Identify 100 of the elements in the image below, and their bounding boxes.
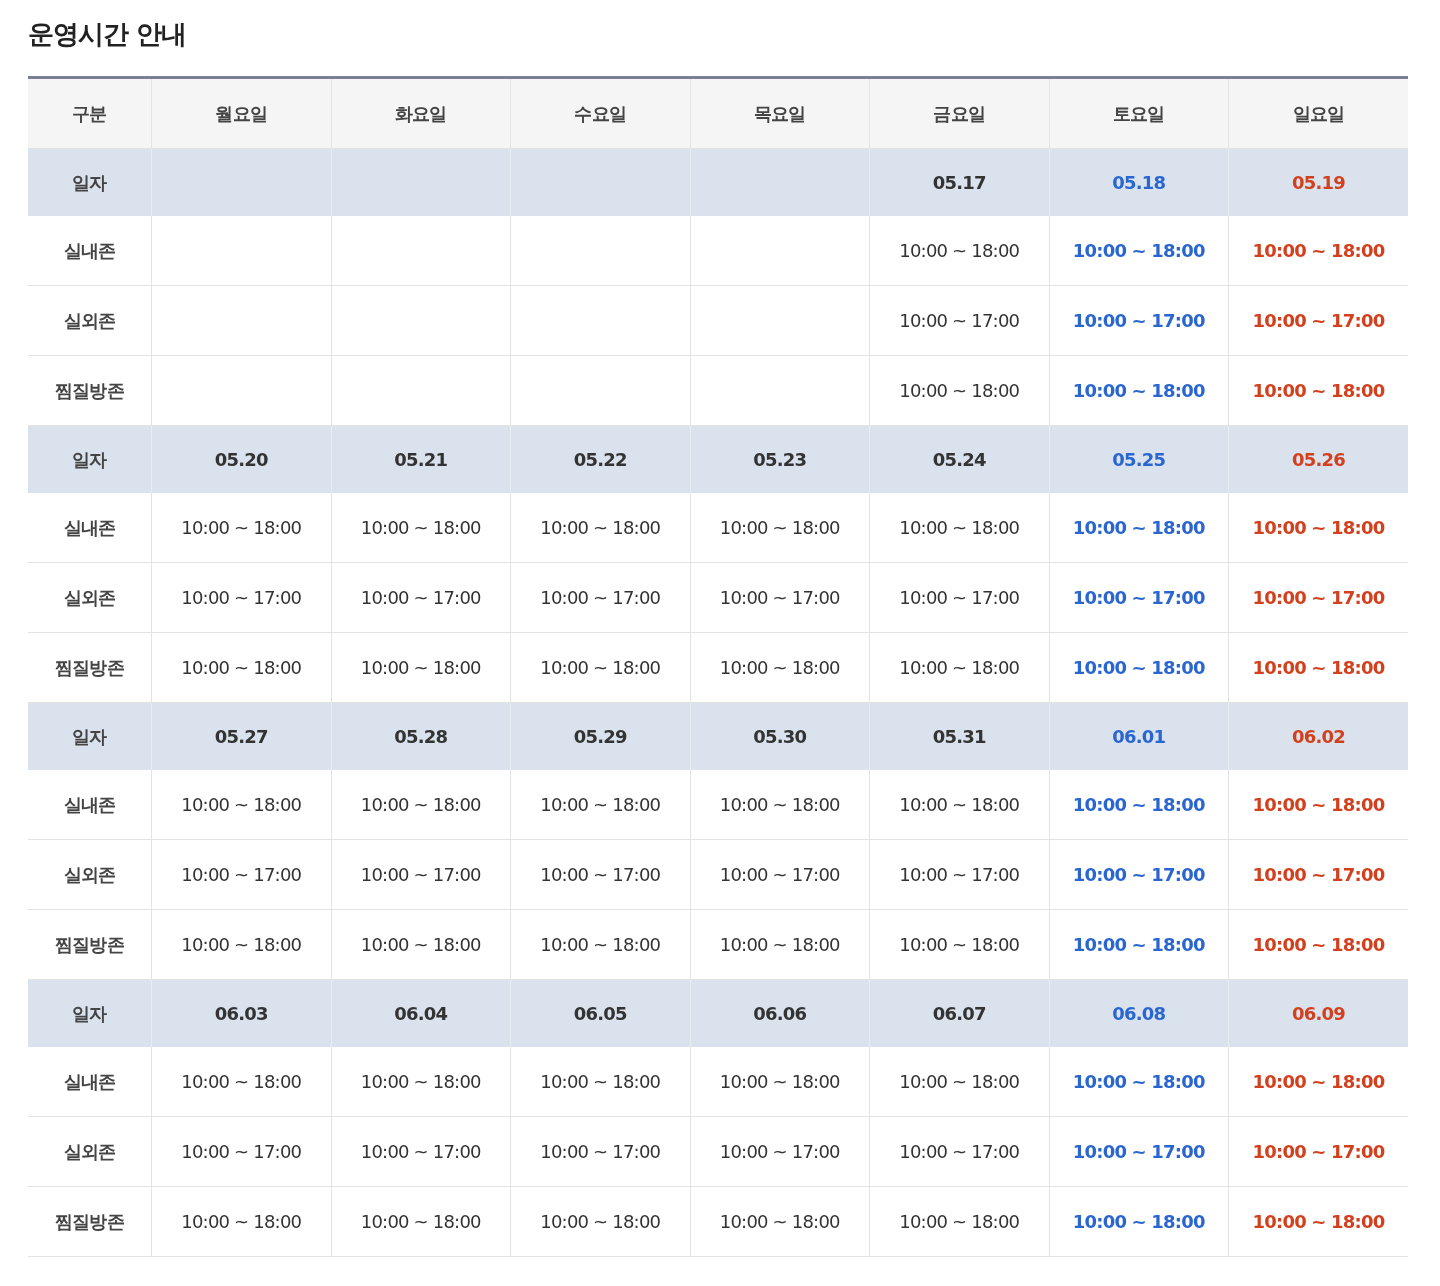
hours-cell: 10:00 ~ 18:00 (1228, 1186, 1408, 1257)
hours-cell: 10:00 ~ 18:00 (1228, 216, 1408, 286)
date-cell: 06.04 (331, 979, 511, 1047)
row-header: 실내존 (28, 216, 152, 286)
hours-cell: 10:00 ~ 17:00 (1049, 1116, 1229, 1187)
date-cell: 05.19 (1228, 148, 1408, 216)
date-cell: 06.01 (1049, 702, 1229, 770)
hours-cell: 10:00 ~ 18:00 (151, 770, 331, 840)
hours-cell: 10:00 ~ 17:00 (1049, 839, 1229, 910)
row-header: 일자 (28, 148, 152, 216)
date-cell: 06.02 (1228, 702, 1408, 770)
hours-cell: 10:00 ~ 18:00 (869, 355, 1049, 426)
hours-cell: 10:00 ~ 18:00 (510, 909, 690, 980)
date-cell: 06.06 (690, 979, 870, 1047)
row-header: 실내존 (28, 493, 152, 563)
hours-cell: 10:00 ~ 18:00 (331, 770, 511, 840)
row-header: 일자 (28, 425, 152, 493)
hours-cell: 10:00 ~ 18:00 (869, 909, 1049, 980)
hours-cell: 10:00 ~ 17:00 (869, 1116, 1049, 1187)
hours-cell: 10:00 ~ 18:00 (1228, 493, 1408, 563)
date-cell: 05.23 (690, 425, 870, 493)
hours-cell: 10:00 ~ 18:00 (869, 770, 1049, 840)
hours-cell: 10:00 ~ 17:00 (151, 839, 331, 910)
date-cell: 05.17 (869, 148, 1049, 216)
row-header: 실외존 (28, 839, 152, 910)
hours-cell: 10:00 ~ 18:00 (331, 1186, 511, 1257)
date-cell: 05.30 (690, 702, 870, 770)
hours-cell: 10:00 ~ 18:00 (1049, 355, 1229, 426)
hours-cell: 10:00 ~ 17:00 (1228, 839, 1408, 910)
hours-cell: 10:00 ~ 17:00 (1049, 562, 1229, 633)
hours-cell: 10:00 ~ 17:00 (869, 562, 1049, 633)
date-cell: 06.09 (1228, 979, 1408, 1047)
hours-cell: 10:00 ~ 17:00 (151, 562, 331, 633)
hours-cell: 10:00 ~ 18:00 (869, 632, 1049, 703)
hours-cell: 10:00 ~ 18:00 (1049, 1186, 1229, 1257)
hours-cell: 10:00 ~ 18:00 (869, 1186, 1049, 1257)
hours-cell: 10:00 ~ 18:00 (1228, 1047, 1408, 1117)
hours-cell: 10:00 ~ 17:00 (869, 839, 1049, 910)
row-header: 실내존 (28, 1047, 152, 1117)
date-cell: 05.22 (510, 425, 690, 493)
hours-cell: 10:00 ~ 18:00 (510, 770, 690, 840)
hours-cell: 10:00 ~ 17:00 (151, 1116, 331, 1187)
hours-cell: 10:00 ~ 18:00 (690, 1186, 870, 1257)
date-cell: 06.05 (510, 979, 690, 1047)
column-header: 구분 (28, 77, 152, 149)
hours-cell: 10:00 ~ 18:00 (869, 216, 1049, 286)
hours-cell: 10:00 ~ 18:00 (1228, 632, 1408, 703)
hours-cell: 10:00 ~ 18:00 (331, 493, 511, 563)
column-header: 금요일 (869, 77, 1049, 149)
date-cell: 05.24 (869, 425, 1049, 493)
row-header: 실외존 (28, 562, 152, 633)
hours-cell: 10:00 ~ 18:00 (869, 1047, 1049, 1117)
row-header: 실외존 (28, 1116, 152, 1187)
hours-cell: 10:00 ~ 17:00 (331, 1116, 511, 1187)
hours-cell: 10:00 ~ 18:00 (690, 1047, 870, 1117)
hours-cell: 10:00 ~ 18:00 (151, 1186, 331, 1257)
column-header: 수요일 (510, 77, 690, 149)
hours-cell: 10:00 ~ 17:00 (690, 562, 870, 633)
hours-cell: 10:00 ~ 18:00 (1228, 355, 1408, 426)
hours-cell: 10:00 ~ 18:00 (510, 1047, 690, 1117)
hours-cell: 10:00 ~ 18:00 (151, 632, 331, 703)
column-header: 일요일 (1228, 77, 1408, 149)
hours-cell: 10:00 ~ 18:00 (510, 493, 690, 563)
date-cell: 06.07 (869, 979, 1049, 1047)
date-cell: 05.28 (331, 702, 511, 770)
hours-cell: 10:00 ~ 18:00 (690, 632, 870, 703)
hours-cell: 10:00 ~ 18:00 (510, 632, 690, 703)
hours-cell: 10:00 ~ 18:00 (869, 493, 1049, 563)
hours-cell: 10:00 ~ 17:00 (510, 839, 690, 910)
date-cell: 06.03 (151, 979, 331, 1047)
hours-cell: 10:00 ~ 18:00 (1228, 909, 1408, 980)
hours-cell: 10:00 ~ 18:00 (1049, 909, 1229, 980)
row-header: 실외존 (28, 285, 152, 356)
hours-cell: 10:00 ~ 17:00 (510, 1116, 690, 1187)
column-header: 월요일 (151, 77, 331, 149)
hours-cell: 10:00 ~ 17:00 (690, 1116, 870, 1187)
hours-cell: 10:00 ~ 18:00 (1228, 770, 1408, 840)
date-cell: 05.31 (869, 702, 1049, 770)
hours-cell: 10:00 ~ 17:00 (331, 562, 511, 633)
date-cell: 05.27 (151, 702, 331, 770)
date-cell: 05.26 (1228, 425, 1408, 493)
date-cell: 05.21 (331, 425, 511, 493)
row-header: 찜질방존 (28, 909, 152, 980)
hours-cell: 10:00 ~ 18:00 (331, 909, 511, 980)
hours-cell: 10:00 ~ 17:00 (690, 839, 870, 910)
date-cell: 05.25 (1049, 425, 1229, 493)
column-header: 목요일 (690, 77, 870, 149)
hours-cell: 10:00 ~ 17:00 (1228, 562, 1408, 633)
hours-cell: 10:00 ~ 17:00 (510, 562, 690, 633)
hours-cell: 10:00 ~ 18:00 (1049, 770, 1229, 840)
row-header: 찜질방존 (28, 632, 152, 703)
hours-cell: 10:00 ~ 17:00 (1228, 1116, 1408, 1187)
section-title: 운영시간 안내 (28, 18, 188, 51)
hours-cell: 10:00 ~ 18:00 (690, 770, 870, 840)
hours-cell: 10:00 ~ 17:00 (331, 839, 511, 910)
hours-cell: 10:00 ~ 18:00 (510, 1186, 690, 1257)
hours-cell: 10:00 ~ 17:00 (1049, 285, 1229, 356)
hours-cell: 10:00 ~ 17:00 (1228, 285, 1408, 356)
row-header: 일자 (28, 702, 152, 770)
date-cell: 05.20 (151, 425, 331, 493)
